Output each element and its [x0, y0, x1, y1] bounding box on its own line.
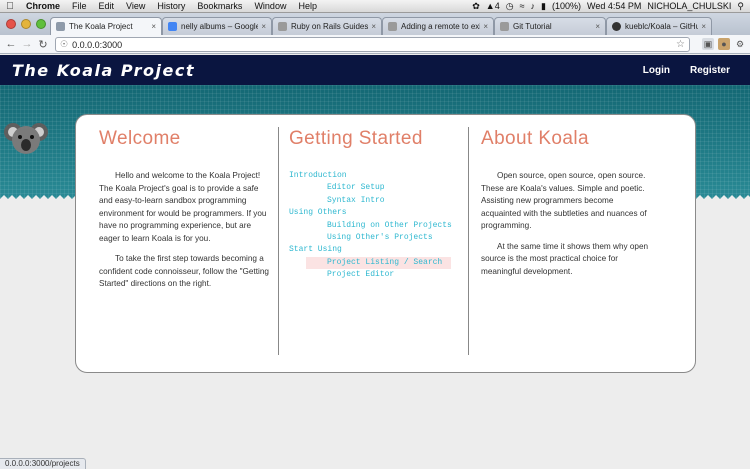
extension-owl-icon[interactable]: ● — [718, 38, 730, 50]
menu-history[interactable]: History — [151, 1, 191, 11]
status-bar-url: 0.0.0.0:3000/projects — [0, 458, 86, 469]
browser-tab[interactable]: Adding a remote to existing× — [382, 17, 494, 35]
cell-signal-icon[interactable]: ▲4 — [486, 1, 500, 11]
welcome-paragraph-1: Hello and welcome to the Koala Project! … — [99, 171, 267, 243]
tab-close-icon[interactable]: × — [595, 22, 600, 31]
login-link[interactable]: Login — [643, 65, 670, 76]
mac-menu-bar:  Chrome File Edit View History Bookmark… — [0, 0, 750, 13]
subsection-link[interactable]: Editor Setup — [289, 182, 459, 194]
browser-tab[interactable]: Ruby on Rails Guides: Rails× — [272, 17, 382, 35]
column-divider — [468, 127, 469, 355]
getting-started-list: Introduction Editor Setup Syntax Intro Usin… — [289, 170, 459, 282]
tab-label: kueblc/Koala – GitHub — [625, 22, 699, 31]
spotlight-icon[interactable]: ⚲ — [737, 1, 744, 12]
forward-icon[interactable]: → — [19, 38, 35, 50]
browser-tab[interactable]: kueblc/Koala – GitHub × — [606, 17, 712, 35]
address-bar[interactable]: ☉ 0.0.0.0:3000 ☆ — [55, 37, 690, 52]
subsection-link[interactable]: Using Other's Projects — [289, 232, 459, 244]
welcome-column: Welcome Hello and welcome to the Koala P… — [99, 128, 269, 355]
site-title[interactable]: The Koala Project — [12, 61, 195, 80]
browser-tab[interactable]: nelly albums – Google Search× — [162, 17, 272, 35]
welcome-heading: Welcome — [99, 128, 181, 149]
battery-icon[interactable]: ▮ — [541, 1, 546, 12]
getting-started-column: Getting Started Introduction Editor Setup… — [289, 128, 459, 355]
subsection-link[interactable]: Syntax Intro — [289, 195, 459, 207]
menu-help[interactable]: Help — [292, 1, 323, 11]
apple-icon[interactable]:  — [0, 1, 20, 12]
time-machine-icon[interactable]: ◷ — [506, 1, 514, 12]
battery-percent: (100%) — [551, 1, 581, 11]
tab-label: Ruby on Rails Guides: Rails — [291, 22, 369, 31]
browser-toolbar: ← → ↻ ☉ 0.0.0.0:3000 ☆ ▣ ● ⚙ — [0, 35, 750, 54]
content-card: Welcome Hello and welcome to the Koala P… — [75, 114, 696, 373]
site-nav: Login Register — [643, 65, 730, 76]
menu-window[interactable]: Window — [248, 1, 292, 11]
user-name[interactable]: NICHOLA_CHULSKI — [647, 1, 731, 11]
section-link[interactable]: Start Using — [289, 244, 459, 256]
wifi-icon[interactable]: ≈ — [520, 1, 525, 11]
extension-icon[interactable]: ▣ — [702, 38, 714, 50]
getting-started-heading: Getting Started — [289, 128, 423, 149]
tab-label: Adding a remote to existing — [401, 22, 480, 31]
bookmark-star-icon[interactable]: ☆ — [676, 39, 685, 50]
close-window-button[interactable] — [6, 19, 16, 29]
address-url[interactable]: 0.0.0.0:3000 — [72, 40, 122, 50]
tab-close-icon[interactable]: × — [371, 22, 376, 31]
wrench-menu-icon[interactable]: ⚙ — [734, 38, 746, 50]
menu-view[interactable]: View — [120, 1, 151, 11]
tab-label: nelly albums – Google Search — [181, 22, 259, 31]
tab-favicon-icon — [388, 22, 397, 31]
tab-label: Git Tutorial — [513, 22, 552, 31]
menu-file[interactable]: File — [66, 1, 93, 11]
koala-mascot-icon — [4, 123, 48, 154]
section-link[interactable]: Using Others — [289, 207, 459, 219]
reload-icon[interactable]: ↻ — [35, 38, 51, 51]
column-divider — [278, 127, 279, 355]
about-paragraph-1: Open source, open source, open source. T… — [481, 171, 647, 230]
about-paragraph-2: At the same time it shows them why open … — [481, 241, 649, 276]
page-icon: ☉ — [60, 39, 69, 49]
signal-count: 4 — [494, 1, 500, 11]
tab-strip: The Koala Project × nelly albums – Google … — [0, 13, 750, 35]
window-controls — [6, 19, 46, 29]
section-link[interactable]: Introduction — [289, 170, 459, 182]
minimize-window-button[interactable] — [21, 19, 31, 29]
subsection-link[interactable]: Project Listing / Search — [306, 256, 451, 270]
menu-status-area: ✿ ▲4 ◷ ≈ ♪ ▮ (100%) Wed 4:54 PM NICHOLA_… — [472, 1, 750, 12]
about-heading: About Koala — [481, 128, 589, 149]
tab-favicon-icon — [56, 22, 65, 31]
register-link[interactable]: Register — [690, 65, 730, 76]
volume-icon[interactable]: ♪ — [531, 1, 536, 11]
tab-close-icon[interactable]: × — [261, 22, 266, 31]
browser-tab[interactable]: The Koala Project × — [50, 17, 162, 35]
about-column: About Koala Open source, open source, op… — [481, 128, 651, 355]
back-icon[interactable]: ← — [3, 38, 19, 50]
toolbar-extensions: ▣ ● ⚙ — [702, 38, 746, 50]
menu-app-name[interactable]: Chrome — [20, 1, 66, 11]
tab-close-icon[interactable]: × — [701, 22, 706, 31]
tab-close-icon[interactable]: × — [483, 22, 488, 31]
subsection-link[interactable]: Project Editor — [289, 269, 459, 281]
menu-bookmarks[interactable]: Bookmarks — [191, 1, 248, 11]
tab-close-icon[interactable]: × — [151, 22, 156, 31]
subsection-link[interactable]: Building on Other Projects — [289, 220, 459, 232]
zoom-window-button[interactable] — [36, 19, 46, 29]
menu-edit[interactable]: Edit — [93, 1, 121, 11]
welcome-paragraph-2: To take the first step towards becoming … — [99, 254, 269, 288]
bluetooth-icon[interactable]: ✿ — [472, 1, 480, 12]
clock[interactable]: Wed 4:54 PM — [587, 1, 641, 11]
site-header: The Koala Project Login Register — [0, 55, 750, 85]
tab-favicon-icon — [500, 22, 509, 31]
github-icon — [612, 22, 621, 31]
page-viewport: The Koala Project Login Register Welcome… — [0, 55, 750, 469]
tab-favicon-icon — [168, 22, 177, 31]
tab-label: The Koala Project — [69, 22, 133, 31]
browser-tab[interactable]: Git Tutorial × — [494, 17, 606, 35]
tab-favicon-icon — [278, 22, 287, 31]
